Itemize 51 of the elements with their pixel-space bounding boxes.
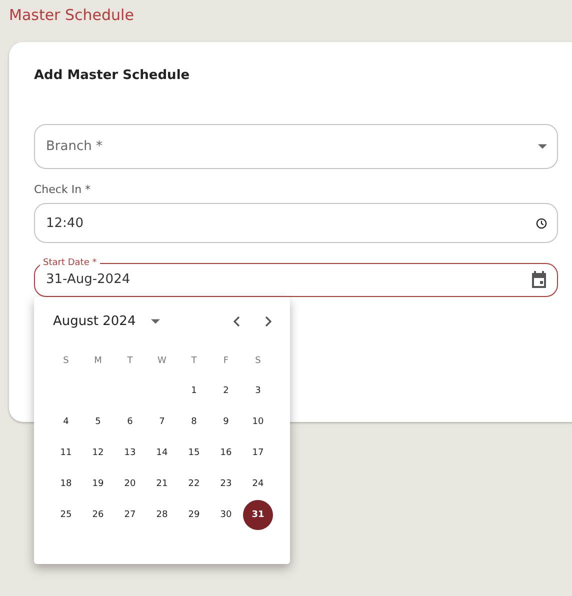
- field-label: Check In *: [34, 183, 92, 196]
- day-button[interactable]: 27: [115, 500, 145, 530]
- day-button[interactable]: 18: [51, 469, 81, 499]
- weekday-label: M: [93, 355, 103, 368]
- form-title: Add Master Schedule: [34, 68, 191, 85]
- date-field[interactable]: Start Date * 31-Aug-2024: [34, 257, 558, 297]
- previous-month-icon[interactable]: [233, 316, 240, 326]
- day-button[interactable]: 29: [179, 500, 209, 530]
- day-button[interactable]: 15: [179, 438, 209, 468]
- day-button[interactable]: 21: [147, 469, 177, 499]
- time-field[interactable]: 12:40: [34, 203, 558, 243]
- day-button[interactable]: 20: [115, 469, 145, 499]
- month-label[interactable]: August 2024: [53, 314, 136, 328]
- day-button[interactable]: 12: [83, 438, 113, 468]
- weekday-label: T: [126, 355, 134, 368]
- day-button[interactable]: 8: [179, 407, 209, 437]
- day-button[interactable]: 28: [147, 500, 177, 530]
- day-button[interactable]: 23: [211, 469, 241, 499]
- day-button[interactable]: 13: [115, 438, 145, 468]
- weekday-label: W: [156, 355, 168, 368]
- clock-icon: [536, 218, 547, 228]
- day-button[interactable]: 19: [83, 469, 113, 499]
- caret-icon[interactable]: [150, 318, 160, 324]
- day-button[interactable]: 14: [147, 438, 177, 468]
- weekday-label: S: [254, 355, 262, 368]
- caret-icon: [538, 144, 547, 149]
- day-button[interactable]: 4: [51, 407, 81, 437]
- day-button[interactable]: 3: [243, 376, 273, 406]
- day-button[interactable]: 24: [243, 469, 273, 499]
- day-button[interactable]: 31: [243, 500, 273, 530]
- weekday-label: S: [62, 355, 70, 368]
- day-button[interactable]: 16: [211, 438, 241, 468]
- day-button[interactable]: 5: [83, 407, 113, 437]
- weekday-label: F: [222, 355, 230, 368]
- day-button[interactable]: 11: [51, 438, 81, 468]
- day-button[interactable]: 30: [211, 500, 241, 530]
- branch-select[interactable]: Branch *: [34, 124, 558, 169]
- calendar-icon: [531, 271, 547, 288]
- page-title: Master Schedule: [8, 5, 135, 26]
- day-button[interactable]: 10: [243, 407, 273, 437]
- weekday-label: T: [190, 355, 198, 368]
- day-button[interactable]: 6: [115, 407, 145, 437]
- day-button[interactable]: 7: [147, 407, 177, 437]
- day-button[interactable]: 22: [179, 469, 209, 499]
- day-button[interactable]: 26: [83, 500, 113, 530]
- day-button[interactable]: 17: [243, 438, 273, 468]
- day-button[interactable]: 25: [51, 500, 81, 530]
- day-button[interactable]: 2: [211, 376, 241, 406]
- day-button[interactable]: 9: [211, 407, 241, 437]
- day-button[interactable]: 1: [179, 376, 209, 406]
- next-month-icon[interactable]: [265, 316, 272, 326]
